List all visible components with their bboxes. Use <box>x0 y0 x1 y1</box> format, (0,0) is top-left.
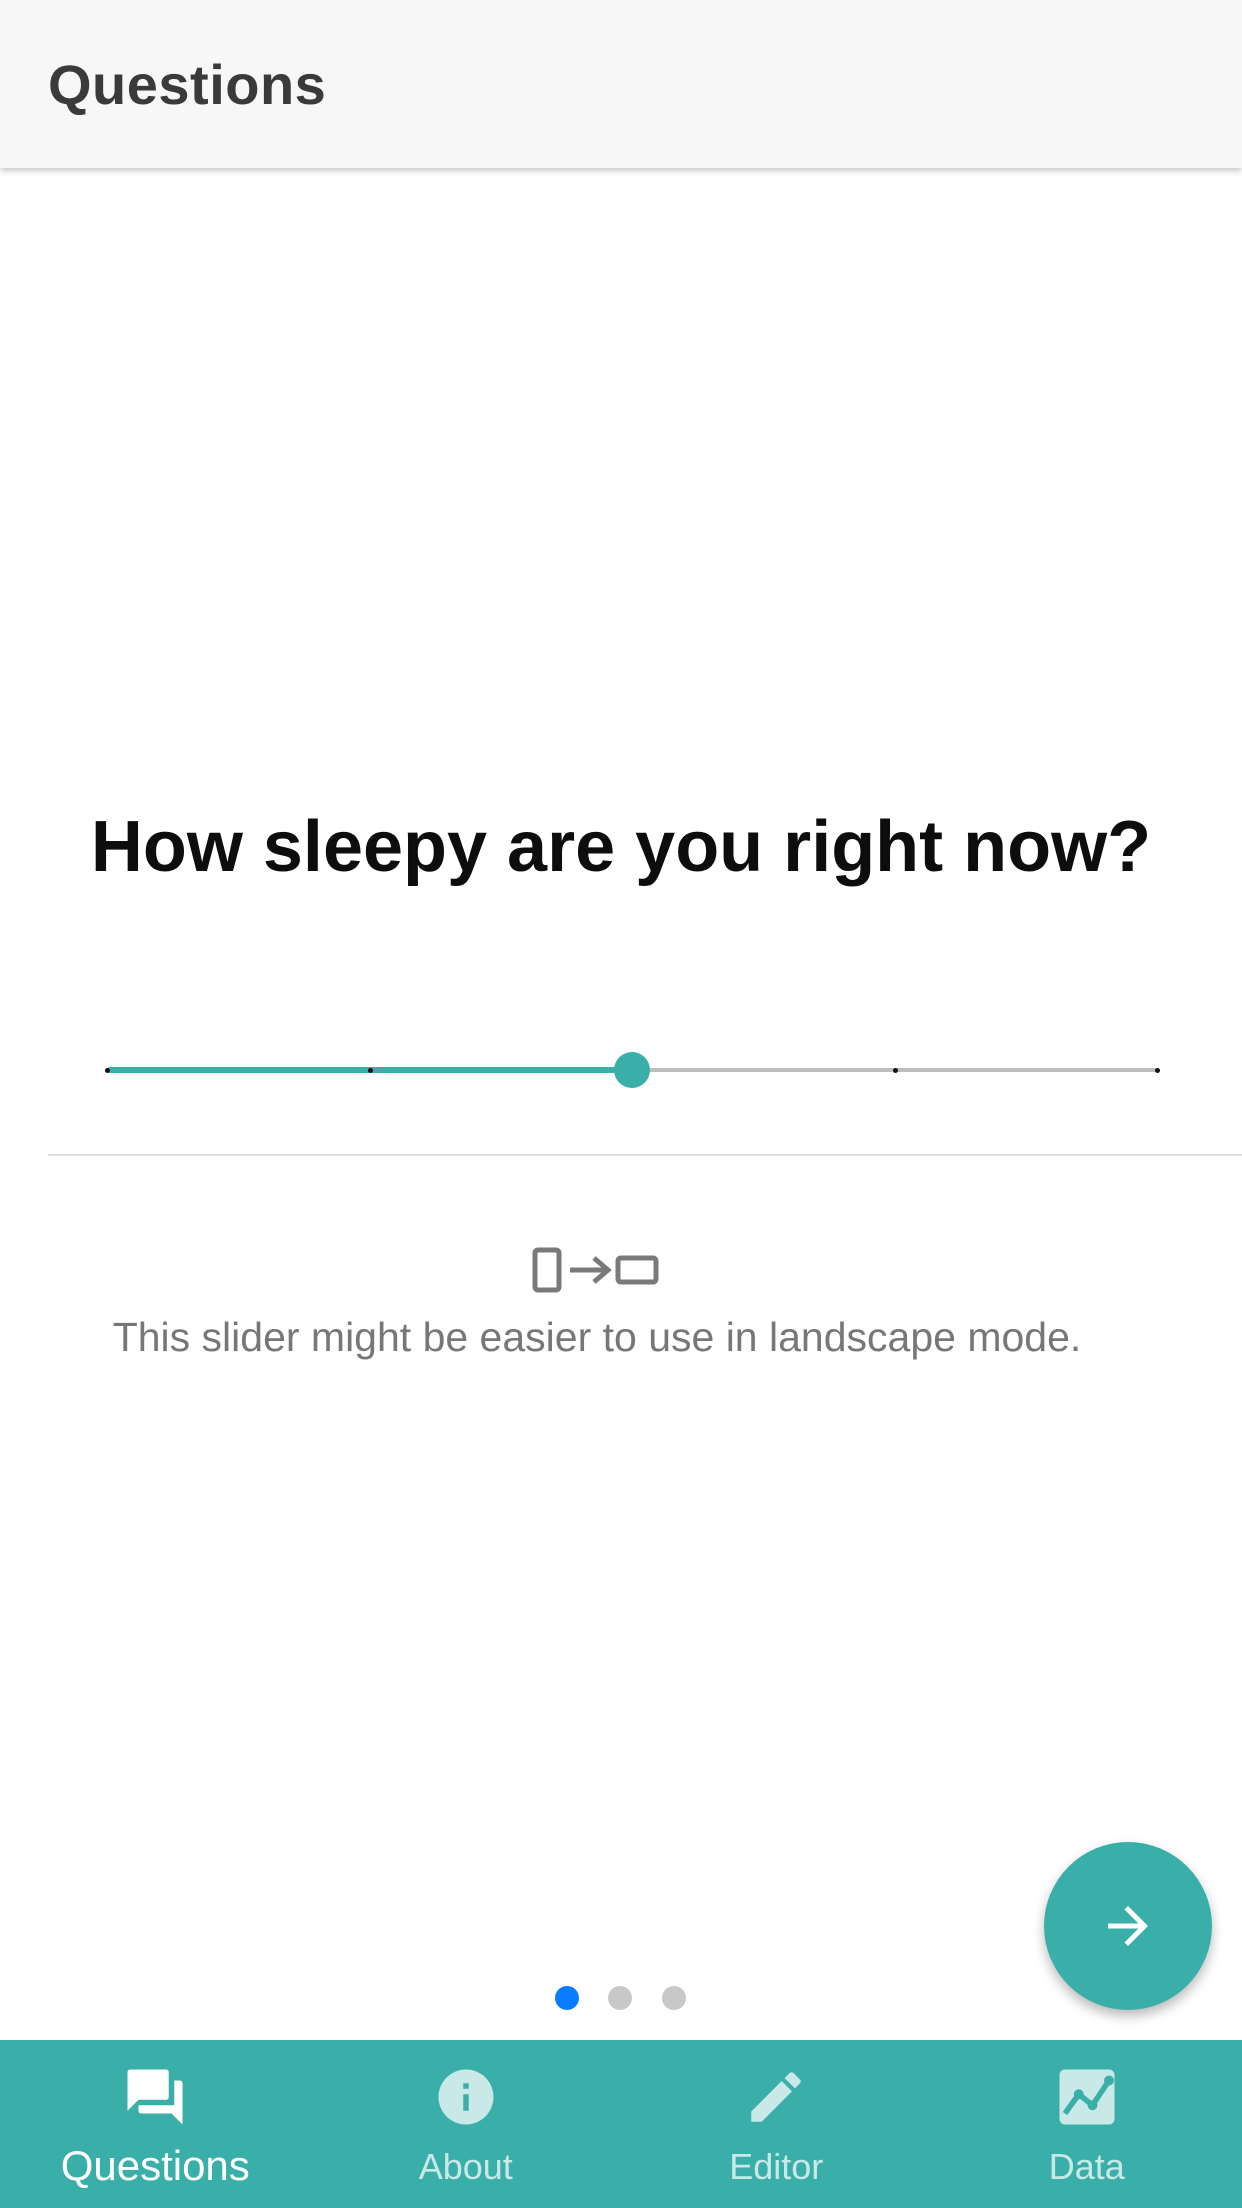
info-icon <box>433 2064 499 2130</box>
chat-bubbles-icon <box>122 2064 188 2130</box>
next-button[interactable] <box>1044 1842 1212 2010</box>
slider-tick <box>1155 1068 1160 1073</box>
nav-item-data[interactable]: Data <box>932 2040 1242 2208</box>
page-dot-2 <box>608 1986 632 2010</box>
rotate-to-landscape-icon <box>530 1246 662 1294</box>
nav-item-about[interactable]: About <box>311 2040 622 2208</box>
bottom-navigation: Questions About Editor Data <box>0 2040 1242 2208</box>
slider-tick <box>367 1068 373 1073</box>
sleepiness-slider[interactable] <box>90 1040 1172 1100</box>
slider-tick <box>892 1068 898 1073</box>
chart-icon <box>1054 2064 1120 2130</box>
nav-label-data: Data <box>1048 2146 1125 2187</box>
divider <box>48 1154 1242 1156</box>
landscape-hint-text: This slider might be easier to use in la… <box>112 1314 1082 1360</box>
page-dot-3 <box>662 1986 686 2010</box>
page-title: Questions <box>48 53 327 116</box>
nav-label-editor: Editor <box>729 2146 824 2187</box>
nav-label-questions: Questions <box>60 2142 250 2189</box>
nav-item-editor[interactable]: Editor <box>621 2040 932 2208</box>
page-dot-1 <box>555 1986 579 2010</box>
arrow-right-icon <box>1108 1906 1148 1946</box>
nav-label-about: About <box>418 2146 513 2187</box>
nav-item-questions[interactable]: Questions <box>0 2040 311 2208</box>
pencil-icon <box>743 2064 809 2130</box>
slider-tick <box>105 1068 110 1073</box>
app-bar: Questions <box>0 0 1242 168</box>
question-text: How sleepy are you right now? <box>90 807 1152 887</box>
slider-thumb[interactable] <box>614 1052 650 1088</box>
page-indicator <box>0 1986 1242 2012</box>
